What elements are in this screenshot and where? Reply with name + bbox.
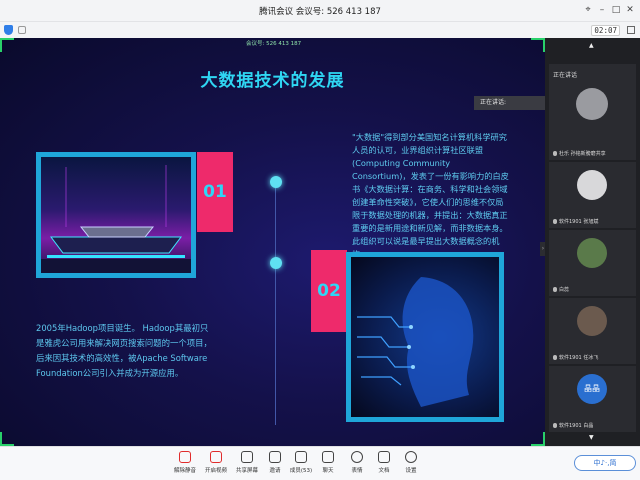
participant-gallery: ▲ 杜乐 孙铭新膀磨共享 正在讲话 软件1901 张旭斌 白蕊 软件1901 任… [545, 38, 640, 446]
minimize-button[interactable]: – [596, 4, 608, 16]
section-number-2: 02 [311, 250, 347, 332]
document-icon [378, 451, 390, 463]
fullscreen-icon[interactable] [627, 26, 635, 34]
signal-icon[interactable] [18, 26, 26, 34]
meeting-info-row: 02:07 [0, 22, 640, 38]
scroll-up-icon[interactable]: ▲ [589, 42, 594, 49]
participant-name: 软件1901 任冰飞 [553, 354, 598, 361]
participant-name: 白蕊 [553, 286, 569, 293]
mic-icon [553, 287, 557, 292]
sharing-meeting-badge: 会议号: 526 413 187 [246, 41, 302, 47]
invite-icon [269, 451, 281, 463]
participant-tile[interactable]: 晶晶 软件1901 白晶 [549, 366, 636, 432]
pin-icon[interactable]: ⌖ [582, 4, 594, 16]
timeline-line [275, 183, 276, 425]
mic-icon [553, 219, 557, 224]
slide-text-left: 2005年Hadoop项目诞生。 Hadoop其最初只是雅虎公司用来解决网页搜索… [36, 323, 212, 378]
emoji-icon [351, 451, 363, 463]
mic-icon [553, 151, 557, 156]
video-off-icon [210, 451, 222, 463]
ime-toolbar[interactable]: 中♪·,简 [574, 455, 636, 471]
avatar [577, 170, 607, 200]
share-border-corner [0, 432, 14, 446]
participant-name: 杜乐 孙铭新膀磨共享 [553, 150, 606, 157]
mic-icon [553, 423, 557, 428]
avatar [577, 306, 607, 336]
mic-icon [553, 355, 557, 360]
unmute-button[interactable]: 解除静音 [168, 451, 202, 474]
slide-text-right: "大数据"得到部分美国知名计算机科学研究人员的认可，业界组织计算社区联盟(Com… [352, 132, 509, 259]
speaking-tab: 正在讲话 [553, 72, 578, 79]
section-number-1: 01 [197, 152, 233, 232]
shared-slide: 会议号: 526 413 187 大数据技术的发展 01 "大数据"得到部分美国… [0, 38, 545, 446]
meeting-timer: 02:07 [591, 25, 620, 36]
start-video-button[interactable]: 开启视频 [199, 451, 233, 474]
shield-icon[interactable] [4, 25, 13, 35]
avatar [576, 88, 608, 120]
stage-image [36, 152, 196, 278]
slide-title: 大数据技术的发展 [200, 71, 345, 91]
settings-button[interactable]: 设置 [394, 451, 428, 474]
share-screen-icon [241, 451, 253, 463]
participant-tile[interactable]: 白蕊 [549, 230, 636, 296]
avatar [577, 238, 607, 268]
maximize-button[interactable]: □ [610, 4, 622, 16]
ai-head-image [346, 252, 504, 422]
chat-icon [322, 451, 334, 463]
text-avatar: 晶晶 [577, 374, 607, 404]
members-icon [295, 451, 307, 463]
participant-tile[interactable]: 软件1901 任冰飞 [549, 298, 636, 364]
timeline-dot [270, 257, 282, 269]
timeline-dot [270, 176, 282, 188]
meeting-toolbar: 解除静音 开启视频 共享屏幕 邀请 成员(53) 聊天 表情 文档 设置 中♪·… [0, 446, 640, 480]
settings-icon [405, 451, 417, 463]
share-border-corner [531, 432, 545, 446]
stage-illustration [41, 165, 191, 273]
ai-head-illustration [357, 277, 474, 407]
speaking-indicator: 正在讲话: [474, 96, 545, 110]
window-title: 腾讯会议 会议号: 526 413 187 [259, 7, 381, 17]
close-button[interactable]: ✕ [624, 4, 636, 16]
scroll-down-icon[interactable]: ▼ [589, 434, 594, 441]
mic-muted-icon [179, 451, 191, 463]
share-border-corner [0, 38, 14, 52]
participant-tile[interactable]: 软件1901 张旭斌 [549, 162, 636, 228]
share-border-corner [531, 38, 545, 52]
participant-name: 软件1901 白晶 [553, 422, 593, 429]
participant-name: 软件1901 张旭斌 [553, 218, 598, 225]
window-titlebar: 腾讯会议 会议号: 526 413 187 ⌖ – □ ✕ [0, 0, 640, 22]
